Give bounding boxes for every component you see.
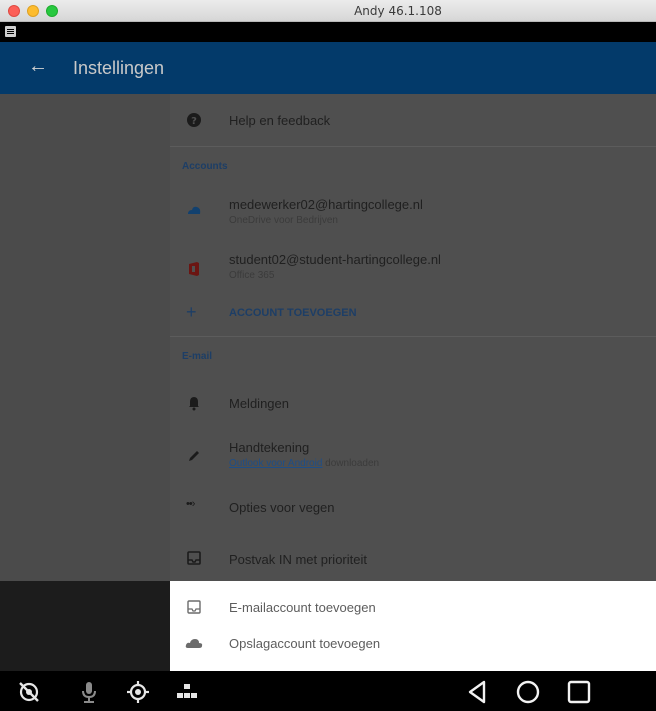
svg-text:?: ? <box>191 116 197 127</box>
plus-icon: + <box>186 302 197 322</box>
outlook-download-link[interactable]: Outlook voor Android <box>229 458 322 469</box>
notifications-item[interactable]: Meldingen <box>170 380 656 426</box>
add-email-account-option[interactable]: E-mailaccount toevoegen <box>170 589 656 625</box>
back-nav-icon[interactable] <box>465 679 491 705</box>
add-account-bottom-sheet: E-mailaccount toevoegen Opslagaccount to… <box>170 581 656 671</box>
recents-nav-icon[interactable] <box>566 679 592 705</box>
notification-icon <box>5 26 16 37</box>
swipe-icon: ••› <box>186 498 195 510</box>
divider <box>170 146 656 147</box>
add-storage-account-label: Opslagaccount toevoegen <box>229 636 381 651</box>
focused-inbox-label: Postvak IN met prioriteit <box>229 552 367 567</box>
account-item-office[interactable]: student02@student-hartingcollege.nl Offi… <box>170 244 656 294</box>
help-feedback-label: Help en feedback <box>229 113 331 128</box>
cloud-icon <box>185 639 203 648</box>
signature-item[interactable]: Handtekening Outlook voor Android downlo… <box>170 432 656 480</box>
focused-inbox-item[interactable]: Postvak IN met prioriteit <box>170 536 656 582</box>
signature-subtitle: Outlook voor Android downloaden <box>229 458 379 469</box>
account-item-onedrive[interactable]: medewerker02@hartingcollege.nl OneDrive … <box>170 186 656 236</box>
microphone-icon[interactable] <box>76 679 102 705</box>
office-icon <box>189 262 199 276</box>
add-account-label: ACCOUNT TOEVOEGEN <box>229 307 357 319</box>
location-off-icon[interactable] <box>16 679 42 705</box>
navigation-bar <box>0 671 656 711</box>
account-service: Office 365 <box>229 270 275 281</box>
back-arrow-icon[interactable]: ← <box>28 55 48 78</box>
swipe-options-label: Opties voor vegen <box>229 500 335 515</box>
swipe-options-item[interactable]: ••› Opties voor vegen <box>170 484 656 530</box>
account-service: OneDrive voor Bedrijven <box>229 215 338 226</box>
status-bar <box>0 22 656 42</box>
pen-icon <box>189 451 199 461</box>
home-nav-icon[interactable] <box>515 679 541 705</box>
add-account-button[interactable]: + ACCOUNT TOEVOEGEN <box>170 294 656 336</box>
email-section-header: E-mail <box>182 351 213 362</box>
notifications-label: Meldingen <box>229 396 289 411</box>
signature-label: Handtekening <box>229 440 310 455</box>
divider <box>170 336 656 337</box>
help-feedback-item[interactable]: ? Help en feedback <box>170 94 656 146</box>
inbox-icon <box>187 551 201 565</box>
account-email: medewerker02@hartingcollege.nl <box>229 197 423 212</box>
app-bar: ← Instellingen <box>0 42 656 94</box>
window-titlebar: Andy 46.1.108 <box>0 0 656 22</box>
settings-list: ? Help en feedback Accounts medewerker02… <box>170 94 656 581</box>
onedrive-icon <box>188 206 201 214</box>
download-text: downloaden <box>325 458 380 469</box>
network-icon[interactable] <box>174 679 200 705</box>
accounts-section-header: Accounts <box>182 161 228 172</box>
bell-icon <box>189 397 199 411</box>
account-email: student02@student-hartingcollege.nl <box>229 252 441 267</box>
page-title: Instellingen <box>73 58 165 78</box>
gps-icon[interactable] <box>125 679 151 705</box>
add-storage-account-option[interactable]: Opslagaccount toevoegen <box>170 625 656 661</box>
content-area: ? Help en feedback Accounts medewerker02… <box>0 94 656 581</box>
side-panel <box>0 94 170 581</box>
window-title: Andy 46.1.108 <box>354 4 442 18</box>
inbox-icon <box>187 600 201 614</box>
help-icon: ? <box>187 113 201 127</box>
add-email-account-label: E-mailaccount toevoegen <box>229 600 376 615</box>
